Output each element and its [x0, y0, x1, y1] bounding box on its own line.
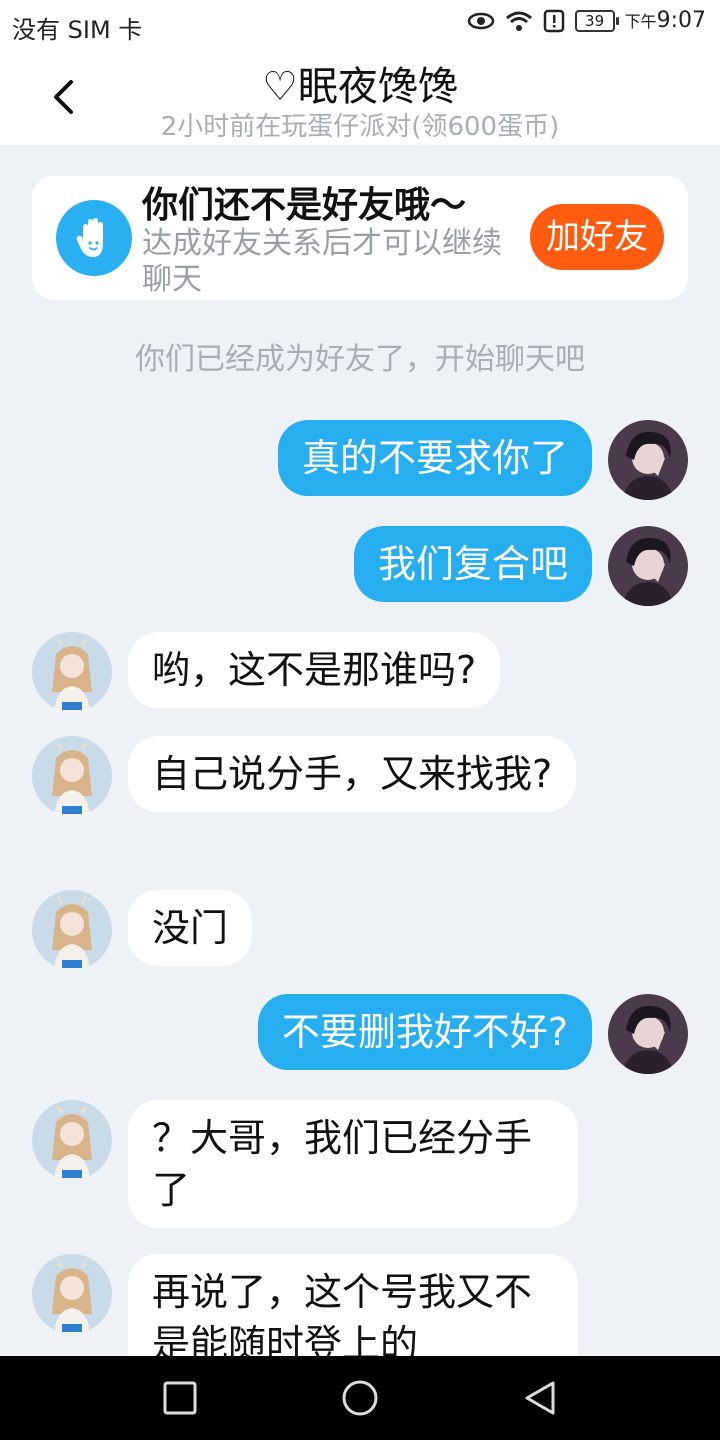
clock-time: 9:07 [656, 8, 706, 33]
add-friend-button[interactable]: 加好友 [530, 204, 664, 270]
contact-avatar[interactable] [32, 632, 112, 712]
back-nav-button[interactable] [518, 1376, 562, 1420]
my-message-bubble[interactable]: 真的不要求你了 [277, 420, 592, 496]
friend-card-description: 达成好友关系后才可以继续聊天 [142, 226, 502, 297]
contact-avatar[interactable] [32, 1100, 112, 1180]
contact-message-bubble[interactable]: 自己说分手，又来找我? [128, 736, 577, 812]
alert-icon [543, 9, 565, 33]
home-icon [342, 1380, 378, 1416]
carrier-text: 没有 SIM 卡 [12, 16, 143, 44]
eye-icon [467, 11, 495, 31]
recent-apps-icon [163, 1381, 197, 1415]
status-icons: 39 下午9:07 [467, 8, 706, 33]
my-avatar[interactable] [608, 526, 688, 606]
my-avatar[interactable] [608, 420, 688, 500]
friend-request-card: 你们还不是好友哦～ 达成好友关系后才可以继续聊天 加好友 [32, 176, 688, 300]
chat-title: ♡眠夜馋馋 [262, 64, 458, 110]
contact-message-bubble[interactable]: 哟，这不是那谁吗? [128, 632, 501, 708]
friend-card-title: 你们还不是好友哦～ [142, 185, 467, 226]
battery-icon: 39 [574, 9, 619, 32]
wave-hand-icon [56, 200, 132, 276]
home-button[interactable] [338, 1376, 382, 1420]
system-nav-bar [0, 1356, 720, 1440]
my-message-bubble[interactable]: 不要删我好不好? [257, 994, 592, 1070]
status-bar: 没有 SIM 卡 39 下午9:07 [0, 0, 720, 50]
contact-avatar[interactable] [32, 736, 112, 816]
clock: 下午9:07 [625, 8, 706, 33]
contact-message-bubble[interactable]: 没门 [128, 890, 253, 966]
chat-header: ♡眠夜馋馋 2小时前在玩蛋仔派对(领600蛋币) [0, 50, 720, 145]
clock-prefix: 下午 [624, 12, 657, 31]
contact-avatar[interactable] [32, 1254, 112, 1334]
system-message: 你们已经成为好友了，开始聊天吧 [135, 342, 585, 377]
contact-avatar[interactable] [32, 890, 112, 970]
recent-apps-button[interactable] [158, 1376, 202, 1420]
wifi-icon [505, 10, 533, 32]
chat-subtitle: 2小时前在玩蛋仔派对(领600蛋币) [160, 112, 560, 142]
contact-message-bubble[interactable]: ？大哥，我们已经分手了 [128, 1100, 578, 1228]
my-message-bubble[interactable]: 我们复合吧 [353, 526, 592, 602]
my-avatar[interactable] [608, 994, 688, 1074]
back-icon [525, 1381, 555, 1415]
